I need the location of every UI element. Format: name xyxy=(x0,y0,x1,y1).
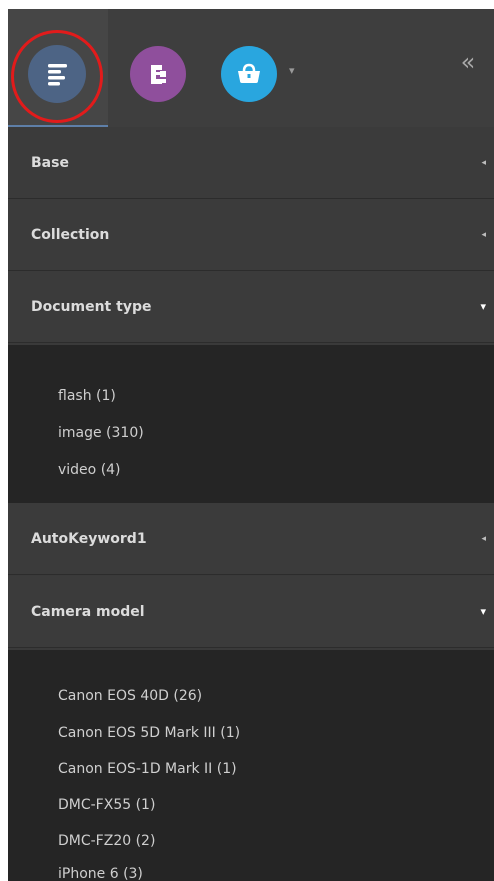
facets-panel: ▾ « Base ◂ Collection ◂ Document type ▾ … xyxy=(8,9,494,881)
facet-item[interactable]: Canon EOS 5D Mark III (1) xyxy=(58,725,240,741)
facet-list-document-type: flash (1) image (310) video (4) xyxy=(8,345,494,503)
section-title: AutoKeyword1 xyxy=(31,531,147,547)
caret-left-icon: ◂ xyxy=(481,534,486,544)
facet-item[interactable]: video (4) xyxy=(58,462,121,478)
highlight-ring xyxy=(11,30,103,123)
basket-dropdown-icon[interactable]: ▾ xyxy=(289,64,295,77)
tree-icon xyxy=(151,65,166,84)
facet-section-document-type[interactable]: Document type ▾ xyxy=(8,271,494,343)
collapse-panel-button[interactable]: « xyxy=(453,47,483,77)
toolbar: ▾ « xyxy=(8,9,494,128)
facet-item[interactable]: flash (1) xyxy=(58,388,116,404)
basket-button[interactable] xyxy=(221,46,277,102)
facet-item[interactable]: DMC-FX55 (1) xyxy=(58,797,155,813)
facet-item[interactable]: image (310) xyxy=(58,425,144,441)
caret-left-icon: ◂ xyxy=(481,230,486,240)
caret-down-icon: ▾ xyxy=(480,300,486,313)
section-title: Collection xyxy=(31,227,110,243)
basket-icon xyxy=(238,63,260,83)
facet-section-camera-model[interactable]: Camera model ▾ xyxy=(8,576,494,648)
facet-section-autokeyword1[interactable]: AutoKeyword1 ◂ xyxy=(8,503,494,575)
section-title: Base xyxy=(31,155,69,171)
caret-down-icon: ▾ xyxy=(480,605,486,618)
facet-section-base[interactable]: Base ◂ xyxy=(8,127,494,199)
facet-item[interactable]: iPhone 6 (3) xyxy=(58,866,143,881)
thesaurus-button[interactable] xyxy=(130,46,186,102)
section-title: Document type xyxy=(31,299,152,315)
facet-item[interactable]: Canon EOS 40D (26) xyxy=(58,688,202,704)
facet-list-camera-model: Canon EOS 40D (26) Canon EOS 5D Mark III… xyxy=(8,650,494,881)
section-title: Camera model xyxy=(31,604,145,620)
caret-left-icon: ◂ xyxy=(481,158,486,168)
facet-item[interactable]: DMC-FZ20 (2) xyxy=(58,833,155,849)
facet-section-collection[interactable]: Collection ◂ xyxy=(8,199,494,271)
facet-item[interactable]: Canon EOS-1D Mark II (1) xyxy=(58,761,237,777)
